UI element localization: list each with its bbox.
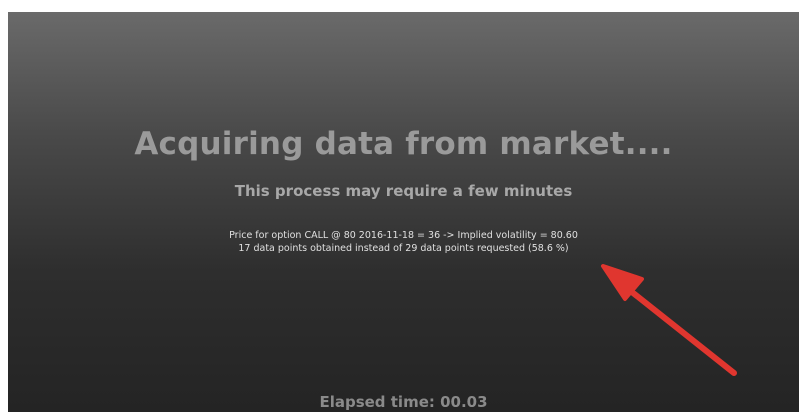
- status-line-price: Price for option CALL @ 80 2016-11-18 = …: [229, 230, 578, 241]
- loading-subtitle: This process may require a few minutes: [234, 182, 573, 200]
- loading-screen: Acquiring data from market.... This proc…: [8, 12, 799, 412]
- loading-title: Acquiring data from market....: [134, 126, 673, 162]
- elapsed-time: Elapsed time: 00.03: [319, 393, 488, 411]
- status-line-data-points: 17 data points obtained instead of 29 da…: [238, 243, 569, 254]
